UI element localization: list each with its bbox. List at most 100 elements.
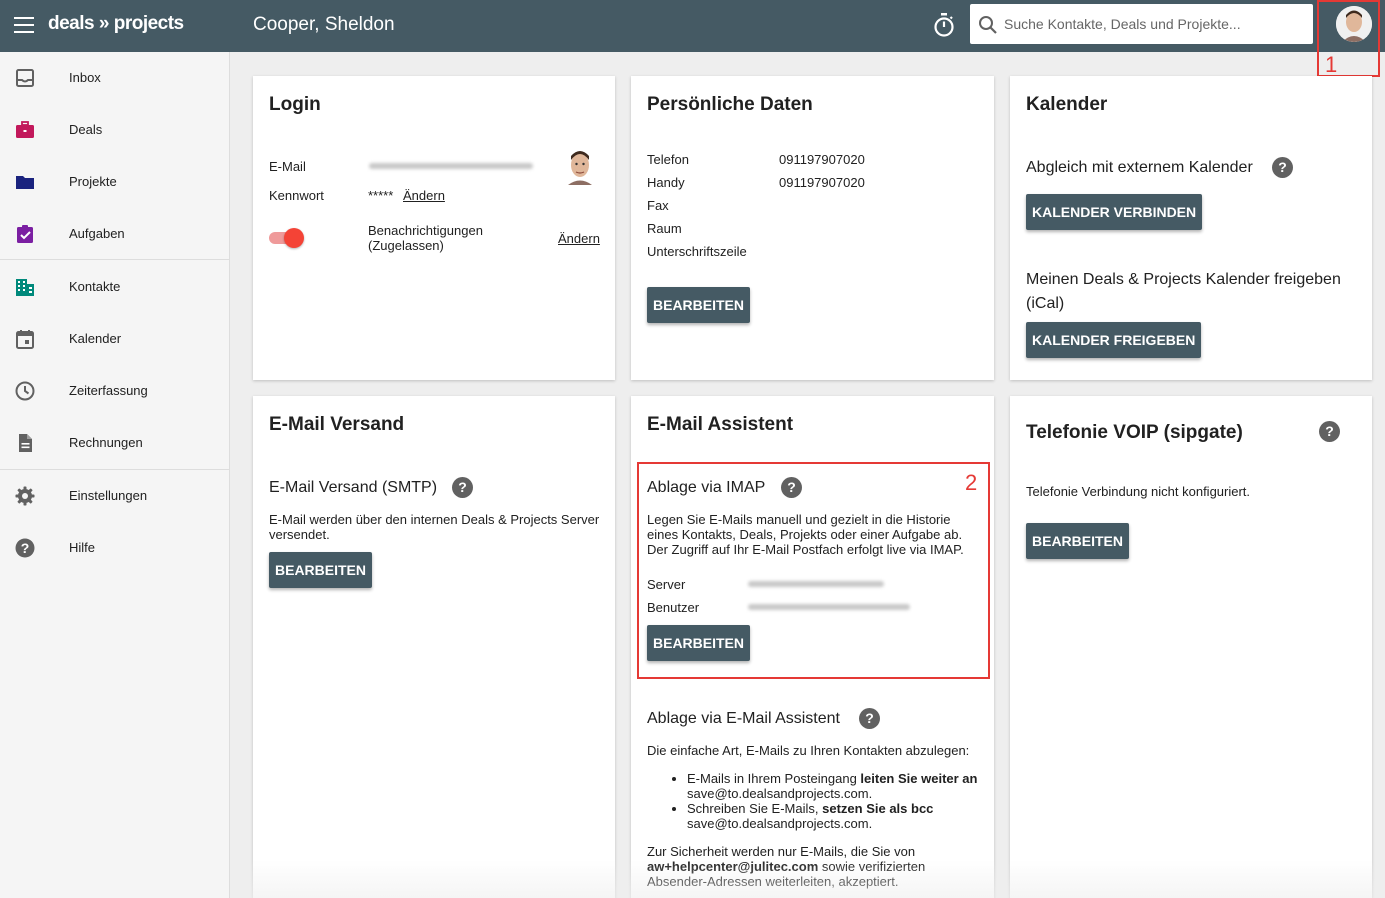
calendar-title: Kalender — [1026, 94, 1108, 115]
sidebar-item-hilfe[interactable]: ? Hilfe — [0, 522, 229, 574]
personal-data-title: Persönliche Daten — [647, 94, 813, 115]
notifications-toggle[interactable] — [269, 228, 305, 248]
security-note-1: Zur Sicherheit werden nur E-Mails, die S… — [647, 844, 916, 859]
bullet-1-text: E-Mails in Ihrem Posteingang — [687, 771, 861, 786]
signature-label: Unterschriftszeile — [647, 244, 747, 259]
password-label: Kennwort — [269, 188, 324, 203]
sidebar-item-label: Aufgaben — [69, 226, 125, 241]
assistant-help-icon[interactable]: ? — [859, 708, 880, 729]
search-icon — [979, 16, 997, 34]
sidebar-item-deals[interactable]: Deals — [0, 104, 229, 156]
gear-icon — [15, 486, 35, 506]
login-avatar — [568, 151, 592, 185]
personal-data-card — [631, 76, 994, 380]
imap-edit-button[interactable]: BEARBEITEN — [647, 625, 751, 661]
phone-value: 091197907020 — [779, 152, 865, 167]
login-title: Login — [269, 94, 321, 115]
sidebar-item-kontakte[interactable]: Kontakte — [0, 261, 229, 313]
sidebar-item-label: Kalender — [69, 331, 122, 346]
bullet-2-text: Schreiben Sie E-Mails, — [687, 801, 823, 816]
user-value-redacted — [748, 604, 910, 610]
imap-description-1: Legen Sie E-Mails manuell und gezielt in… — [647, 512, 951, 527]
help-icon: ? — [15, 538, 35, 558]
app-logo[interactable]: deals » projects — [48, 13, 184, 35]
calendar-sync-help-icon[interactable]: ? — [1272, 157, 1293, 178]
security-email: aw+helpcenter@julitec.com — [647, 859, 819, 874]
sidebar-item-label: Deals — [69, 122, 103, 137]
voip-edit-button[interactable]: BEARBEITEN — [1026, 523, 1130, 559]
email-send-card — [253, 396, 615, 898]
voip-card — [1010, 396, 1372, 898]
smtp-help-icon[interactable]: ? — [452, 477, 473, 498]
notifications-status: (Zugelassen) — [368, 238, 444, 253]
imap-subtitle: Ablage via IMAP — [647, 479, 766, 496]
sidebar: Inbox Deals Projekte Aufgaben Kontakte K… — [0, 52, 230, 898]
stopwatch-icon[interactable] — [932, 12, 956, 38]
sidebar-item-label: Inbox — [69, 70, 101, 85]
folder-icon — [16, 176, 34, 189]
voip-help-icon[interactable]: ? — [1319, 421, 1340, 442]
bullet-2-address: save@to.dealsandprojects.com. — [687, 816, 873, 831]
annotation-number-1: 1 — [1325, 52, 1338, 77]
document-icon — [19, 434, 32, 452]
server-value-redacted — [748, 581, 884, 587]
search-box[interactable] — [970, 4, 1313, 44]
search-input[interactable] — [1004, 4, 1304, 44]
menu-icon[interactable] — [14, 17, 34, 33]
bullet-1-bold: leiten Sie weiter an — [860, 771, 978, 786]
bullet-1-address: save@to.dealsandprojects.com. — [687, 786, 873, 801]
password-value: ***** — [368, 188, 394, 203]
clock-icon — [15, 381, 35, 401]
briefcase-icon — [16, 121, 34, 138]
sidebar-item-rechnungen[interactable]: Rechnungen — [0, 417, 229, 469]
sidebar-item-zeiterfassung[interactable]: Zeiterfassung — [0, 365, 229, 417]
sidebar-item-kalender[interactable]: Kalender — [0, 313, 229, 365]
toggle-knob — [284, 228, 304, 248]
fax-label: Fax — [647, 198, 669, 213]
assistant-instructions: E-Mails in Ihrem Posteingang leiten Sie … — [669, 771, 989, 831]
security-note-2-text: sowie verifizierten — [818, 859, 926, 874]
calendar-icon — [16, 330, 34, 349]
smtp-subtitle: E-Mail Versand (SMTP) — [269, 479, 438, 496]
sidebar-item-einstellungen[interactable]: Einstellungen — [0, 470, 229, 522]
sidebar-divider — [0, 259, 229, 260]
inbox-icon — [16, 69, 34, 87]
bullet-2-bold: setzen Sie als bcc — [822, 801, 934, 816]
sidebar-item-label: Kontakte — [69, 279, 121, 294]
voip-status: Telefonie Verbindung nicht konfiguriert. — [1026, 484, 1251, 499]
assistant-intro: Die einfache Art, E-Mails zu Ihren Konta… — [647, 743, 970, 758]
page-title: Cooper, Sheldon — [253, 14, 395, 35]
email-assistant-title: E-Mail Assistent — [647, 414, 794, 435]
notifications-label: Benachrichtigungen — [368, 223, 483, 238]
list-item: Schreiben Sie E-Mails, setzen Sie als bc… — [687, 801, 989, 831]
email-send-title: E-Mail Versand — [269, 414, 405, 435]
sidebar-item-label: Hilfe — [69, 540, 96, 555]
sidebar-item-inbox[interactable]: Inbox — [0, 52, 229, 104]
clipboard-check-icon — [17, 225, 33, 243]
calendar-sync-label: Abgleich mit externem Kalender — [1026, 159, 1253, 176]
sidebar-item-aufgaben[interactable]: Aufgaben — [0, 208, 229, 260]
security-note-3: Absender-Adressen weiterleiten, akzeptie… — [647, 874, 899, 889]
calendar-connect-button[interactable]: KALENDER VERBINDEN — [1026, 194, 1203, 230]
voip-title: Telefonie VOIP (sipgate) — [1026, 422, 1243, 443]
smtp-description: E-Mail werden über den internen Deals & … — [269, 512, 600, 527]
notifications-change-link[interactable]: Ändern — [558, 231, 600, 246]
email-value-redacted — [369, 163, 533, 169]
mobile-label: Handy — [647, 175, 685, 190]
smtp-edit-button[interactable]: BEARBEITEN — [269, 552, 373, 588]
personal-edit-button[interactable]: BEARBEITEN — [647, 287, 751, 323]
assistant-subtitle: Ablage via E-Mail Assistent — [647, 710, 840, 727]
top-bar: deals » projects Cooper, Sheldon — [0, 0, 1385, 52]
change-password-link[interactable]: Ändern — [403, 188, 445, 203]
sidebar-item-label: Einstellungen — [69, 488, 148, 503]
room-label: Raum — [647, 221, 682, 236]
list-item: E-Mails in Ihrem Posteingang leiten Sie … — [687, 771, 989, 801]
sidebar-item-projekte[interactable]: Projekte — [0, 156, 229, 208]
server-label: Server — [647, 577, 686, 592]
building-icon — [16, 279, 34, 296]
calendar-share-button[interactable]: KALENDER FREIGEBEN — [1026, 322, 1202, 358]
sidebar-item-label: Rechnungen — [69, 435, 143, 450]
imap-help-icon[interactable]: ? — [781, 477, 802, 498]
imap-description-2: eines Kontakts, Deals, Projekts oder ein… — [647, 527, 963, 542]
mobile-value: 091197907020 — [779, 175, 865, 190]
